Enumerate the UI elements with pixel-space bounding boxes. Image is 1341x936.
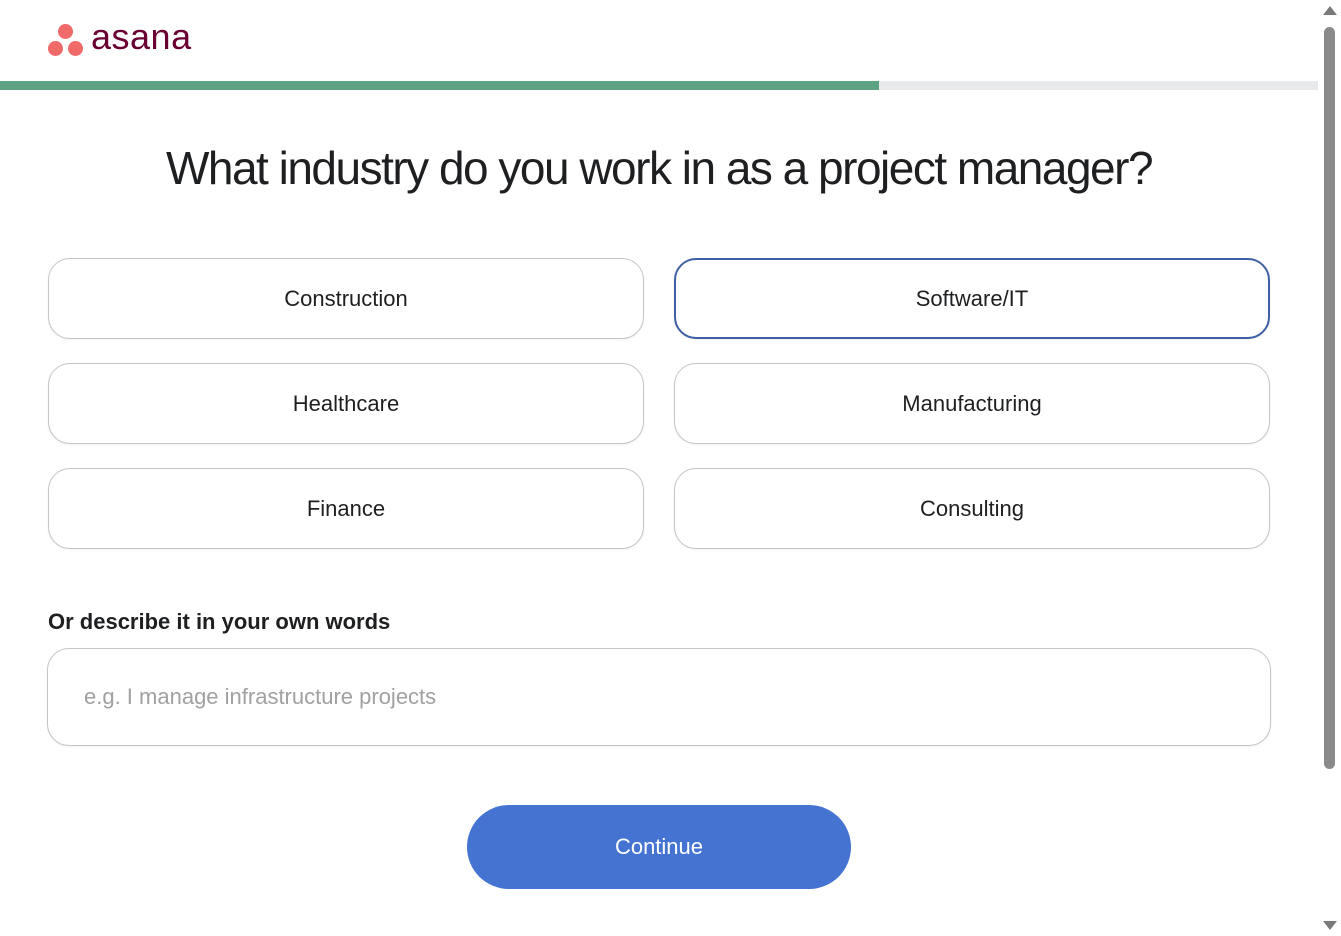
option-construction[interactable]: Construction [48, 258, 644, 339]
scrollbar[interactable] [1318, 0, 1341, 936]
option-healthcare[interactable]: Healthcare [48, 363, 644, 444]
logo-wordmark: asana [91, 16, 192, 57]
header: asana [0, 0, 1318, 81]
industry-options: Construction Software/IT Healthcare Manu… [48, 258, 1270, 549]
scroll-up-arrow-icon[interactable] [1323, 6, 1337, 15]
option-finance[interactable]: Finance [48, 468, 644, 549]
scroll-down-arrow-icon[interactable] [1323, 921, 1337, 930]
continue-button[interactable]: Continue [467, 805, 851, 889]
option-consulting[interactable]: Consulting [674, 468, 1270, 549]
option-software-it[interactable]: Software/IT [674, 258, 1270, 339]
asana-logo[interactable]: asana [48, 16, 192, 58]
scroll-thumb[interactable] [1324, 27, 1335, 769]
describe-input[interactable] [47, 648, 1271, 746]
page-title: What industry do you work in as a projec… [165, 142, 1154, 194]
describe-label: Or describe it in your own words [48, 609, 391, 634]
option-manufacturing[interactable]: Manufacturing [674, 363, 1270, 444]
asana-logo-icon [48, 22, 84, 58]
progress-bar [0, 81, 1318, 90]
progress-fill [0, 81, 880, 90]
